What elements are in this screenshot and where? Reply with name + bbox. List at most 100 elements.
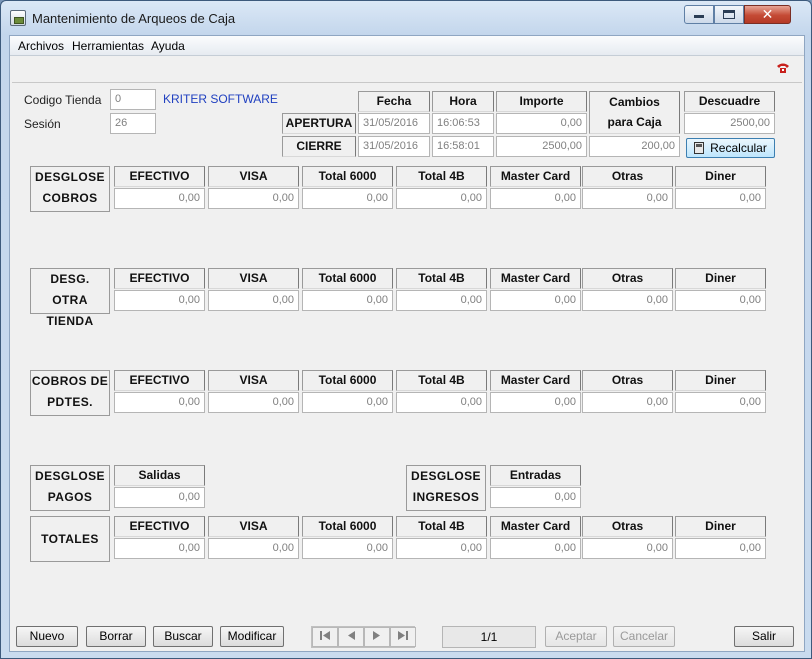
pdtes-col-mastercard: Master Card [490,370,581,391]
minimize-icon [694,15,704,18]
ingresos-entradas[interactable]: 0,00 [490,487,581,508]
otra-efectivo[interactable]: 0,00 [114,290,205,311]
col-cambios-line1: Cambios [609,95,660,109]
totales-mastercard[interactable]: 0,00 [490,538,581,559]
cobros-pdtes-line2: PDTES. [47,395,93,409]
menu-herramientas[interactable]: Herramientas [72,39,144,53]
apertura-hora[interactable]: 16:06:53 [432,113,494,134]
totales-total6000[interactable]: 0,00 [302,538,393,559]
aceptar-button[interactable]: Aceptar [545,626,607,647]
otra-total6000[interactable]: 0,00 [302,290,393,311]
pdtes-efectivo[interactable]: 0,00 [114,392,205,413]
salir-label: Salir [751,629,776,643]
cobros-diner[interactable]: 0,00 [675,188,766,209]
cierre-fecha[interactable]: 31/05/2016 [358,136,430,157]
pdtes-diner[interactable]: 0,00 [675,392,766,413]
next-record-icon[interactable] [364,627,390,647]
apertura-importe[interactable]: 0,00 [496,113,587,134]
cobros-mastercard[interactable]: 0,00 [490,188,581,209]
col-importe: Importe [496,91,587,112]
otra-total4b[interactable]: 0,00 [396,290,487,311]
desglose-cobros-label: DESGLOSE COBROS [30,166,110,212]
help-phone-icon[interactable] [776,62,790,74]
cancelar-label: Cancelar [619,629,669,643]
modificar-button[interactable]: Modificar [220,626,284,647]
cobros-col-diner: Diner [675,166,766,187]
desglose-cobros-line2: COBROS [42,191,98,205]
cierre-cambios[interactable]: 200,00 [589,136,680,157]
cobros-total4b[interactable]: 0,00 [396,188,487,209]
apertura-label: APERTURA [282,113,356,134]
totales-total4b[interactable]: 0,00 [396,538,487,559]
recalcular-button[interactable]: Recalcular [686,138,775,158]
desglose-pagos-line2: PAGOS [47,490,93,504]
totales-col-otras: Otras [582,516,673,537]
cobros-visa[interactable]: 0,00 [208,188,299,209]
borrar-button[interactable]: Borrar [86,626,146,647]
menu-ayuda[interactable]: Ayuda [151,39,185,53]
cobros-col-visa: VISA [208,166,299,187]
pdtes-mastercard[interactable]: 0,00 [490,392,581,413]
cobros-pdtes-label: COBROS DE PDTES. [30,370,110,416]
salir-button[interactable]: Salir [734,626,794,647]
otra-col-total6000: Total 6000 [302,268,393,289]
col-cambios-line2: para Caja [607,115,662,129]
menu-archivos[interactable]: Archivos [18,39,64,53]
pagos-col-salidas: Salidas [114,465,205,486]
otra-col-mastercard: Master Card [490,268,581,289]
cobros-efectivo[interactable]: 0,00 [114,188,205,209]
last-record-icon[interactable] [390,627,416,647]
minimize-button[interactable] [684,5,714,24]
buscar-button[interactable]: Buscar [153,626,213,647]
aceptar-label: Aceptar [555,629,597,643]
pagos-salidas[interactable]: 0,00 [114,487,205,508]
totales-col-efectivo: EFECTIVO [114,516,205,537]
otra-col-total4b: Total 4B [396,268,487,289]
cobros-total6000[interactable]: 0,00 [302,188,393,209]
totales-otras[interactable]: 0,00 [582,538,673,559]
close-button[interactable]: ✕ [744,5,791,24]
close-icon: ✕ [761,6,774,22]
nuevo-button[interactable]: Nuevo [16,626,78,647]
otra-mastercard[interactable]: 0,00 [490,290,581,311]
totales-diner[interactable]: 0,00 [675,538,766,559]
codigo-tienda-label: Codigo Tienda [24,93,102,107]
codigo-tienda-field[interactable]: 0 [110,89,156,110]
cierre-hora[interactable]: 16:58:01 [432,136,494,157]
cancelar-button[interactable]: Cancelar [613,626,675,647]
pdtes-otras[interactable]: 0,00 [582,392,673,413]
otra-diner[interactable]: 0,00 [675,290,766,311]
pdtes-total4b[interactable]: 0,00 [396,392,487,413]
desg-otra-tienda-line1: DESG. OTRA [50,272,90,307]
prev-record-icon[interactable] [338,627,364,647]
first-record-icon[interactable] [312,627,338,647]
cierre-importe[interactable]: 2500,00 [496,136,587,157]
maximize-icon [723,10,735,19]
maximize-button[interactable] [714,5,744,24]
pdtes-visa[interactable]: 0,00 [208,392,299,413]
pdtes-col-total6000: Total 6000 [302,370,393,391]
descuadre-field[interactable]: 2500,00 [684,113,775,134]
otra-col-visa: VISA [208,268,299,289]
window-title: Mantenimiento de Arqueos de Caja [32,11,236,26]
totales-visa[interactable]: 0,00 [208,538,299,559]
otra-otras[interactable]: 0,00 [582,290,673,311]
apertura-fecha[interactable]: 31/05/2016 [358,113,430,134]
otra-visa[interactable]: 0,00 [208,290,299,311]
pdtes-total6000[interactable]: 0,00 [302,392,393,413]
col-fecha: Fecha [358,91,430,112]
cierre-label: CIERRE [282,136,356,157]
cobros-col-otras: Otras [582,166,673,187]
pdtes-col-efectivo: EFECTIVO [114,370,205,391]
cobros-pdtes-line1: COBROS DE [31,374,109,388]
totales-efectivo[interactable]: 0,00 [114,538,205,559]
client-area: Archivos Herramientas Ayuda Codigo Tiend… [9,35,805,652]
calculator-icon [694,142,705,154]
cobros-col-efectivo: EFECTIVO [114,166,205,187]
totales-col-diner: Diner [675,516,766,537]
title-bar[interactable]: Mantenimiento de Arqueos de Caja ✕ [1,1,811,35]
cobros-otras[interactable]: 0,00 [582,188,673,209]
pdtes-col-otras: Otras [582,370,673,391]
totales-col-total6000: Total 6000 [302,516,393,537]
sesion-field[interactable]: 26 [110,113,156,134]
